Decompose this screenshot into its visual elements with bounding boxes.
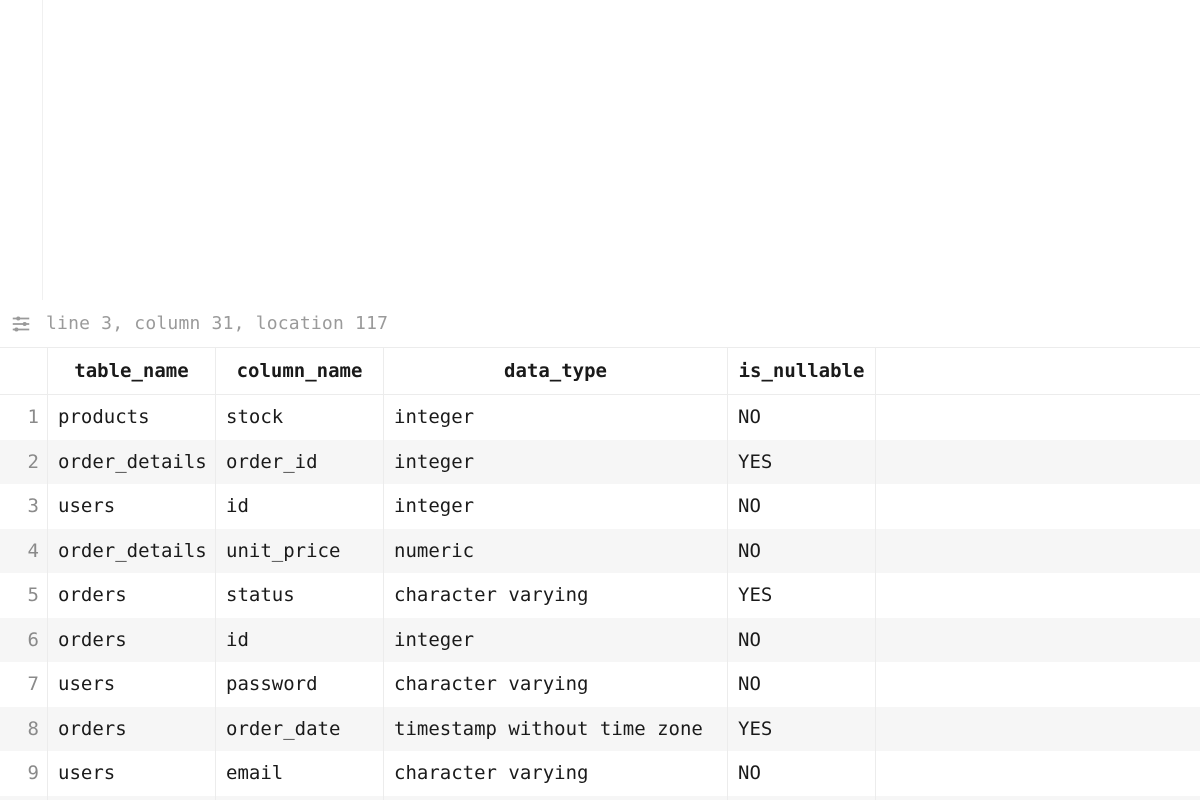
cell-empty xyxy=(876,796,1200,800)
header-is_nullable[interactable]: is_nullable xyxy=(728,348,876,395)
settings-sliders-icon[interactable] xyxy=(6,313,36,335)
cell-empty xyxy=(876,440,1200,485)
cell-data_type[interactable]: integer xyxy=(384,484,728,529)
cell-column_name[interactable]: name xyxy=(216,796,384,800)
editor-content[interactable] xyxy=(43,0,1200,300)
row-number: 4 xyxy=(0,529,48,574)
cell-empty xyxy=(876,529,1200,574)
cell-is_nullable[interactable]: NO xyxy=(728,618,876,663)
editor-area[interactable] xyxy=(0,0,1200,300)
cell-data_type[interactable]: character varying xyxy=(384,573,728,618)
row-number: 7 xyxy=(0,662,48,707)
row-number: 6 xyxy=(0,618,48,663)
cell-empty xyxy=(876,662,1200,707)
row-number: 1 xyxy=(0,395,48,440)
cell-is_nullable[interactable]: YES xyxy=(728,573,876,618)
cell-is_nullable[interactable]: YES xyxy=(728,707,876,752)
cell-column_name[interactable]: id xyxy=(216,484,384,529)
cell-is_nullable[interactable]: NO xyxy=(728,529,876,574)
cell-is_nullable[interactable]: YES xyxy=(728,440,876,485)
cell-data_type[interactable]: character varying xyxy=(384,662,728,707)
results-panel: table_name column_name data_type is_null… xyxy=(0,348,1200,800)
cell-table_name[interactable]: users xyxy=(48,662,216,707)
cell-empty xyxy=(876,484,1200,529)
cell-table_name[interactable]: orders xyxy=(48,573,216,618)
row-number: 10 xyxy=(0,796,48,800)
cell-column_name[interactable]: stock xyxy=(216,395,384,440)
cell-is_nullable[interactable]: NO xyxy=(728,751,876,796)
cell-table_name[interactable]: order_details xyxy=(48,529,216,574)
cell-table_name[interactable]: orders xyxy=(48,707,216,752)
cell-table_name[interactable]: users xyxy=(48,484,216,529)
row-number: 8 xyxy=(0,707,48,752)
cell-is_nullable[interactable]: NO xyxy=(728,484,876,529)
cell-data_type[interactable]: numeric xyxy=(384,529,728,574)
cell-data_type[interactable]: character varying xyxy=(384,796,728,800)
cell-is_nullable[interactable]: NO xyxy=(728,395,876,440)
cell-is_nullable[interactable]: NO xyxy=(728,662,876,707)
cell-data_type[interactable]: timestamp without time zone xyxy=(384,707,728,752)
cell-column_name[interactable]: order_id xyxy=(216,440,384,485)
cell-data_type[interactable]: integer xyxy=(384,395,728,440)
cell-data_type[interactable]: character varying xyxy=(384,751,728,796)
cell-column_name[interactable]: id xyxy=(216,618,384,663)
cell-table_name[interactable]: users xyxy=(48,751,216,796)
header-column_name[interactable]: column_name xyxy=(216,348,384,395)
cell-column_name[interactable]: unit_price xyxy=(216,529,384,574)
header-empty xyxy=(876,348,1200,395)
cell-column_name[interactable]: status xyxy=(216,573,384,618)
cell-column_name[interactable]: email xyxy=(216,751,384,796)
cell-table_name[interactable]: products xyxy=(48,395,216,440)
cell-empty xyxy=(876,751,1200,796)
editor-gutter xyxy=(0,0,43,300)
cell-data_type[interactable]: integer xyxy=(384,440,728,485)
cell-empty xyxy=(876,573,1200,618)
header-rownum xyxy=(0,348,48,395)
cell-table_name[interactable]: order_details xyxy=(48,440,216,485)
cell-empty xyxy=(876,707,1200,752)
cell-empty xyxy=(876,618,1200,663)
cell-column_name[interactable]: order_date xyxy=(216,707,384,752)
cell-data_type[interactable]: integer xyxy=(384,618,728,663)
cell-is_nullable[interactable]: NO xyxy=(728,796,876,800)
cell-column_name[interactable]: password xyxy=(216,662,384,707)
row-number: 5 xyxy=(0,573,48,618)
header-table_name[interactable]: table_name xyxy=(48,348,216,395)
status-bar: line 3, column 31, location 117 xyxy=(0,300,1200,348)
row-number: 9 xyxy=(0,751,48,796)
cursor-location: line 3, column 31, location 117 xyxy=(46,313,388,334)
row-number: 2 xyxy=(0,440,48,485)
cell-table_name[interactable]: orders xyxy=(48,618,216,663)
cell-table_name[interactable]: products xyxy=(48,796,216,800)
results-grid[interactable]: table_name column_name data_type is_null… xyxy=(0,348,1200,800)
cell-empty xyxy=(876,395,1200,440)
row-number: 3 xyxy=(0,484,48,529)
header-data_type[interactable]: data_type xyxy=(384,348,728,395)
